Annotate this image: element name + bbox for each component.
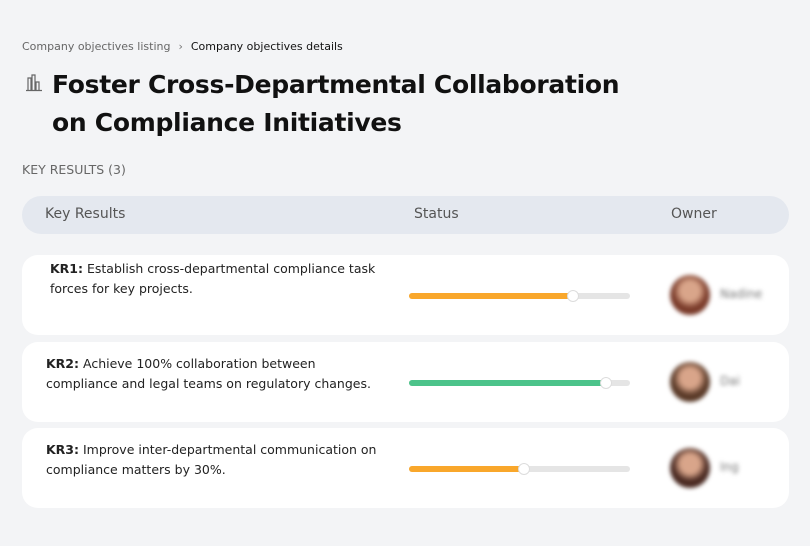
avatar	[670, 448, 710, 488]
page-header: Foster Cross-Departmental Collaboration …	[22, 66, 652, 142]
key-result-id: KR3:	[46, 442, 80, 457]
key-result-description: Improve inter-departmental communication…	[46, 442, 377, 477]
breadcrumb-current: Company objectives details	[190, 40, 343, 53]
key-result-text: KR3: Improve inter-departmental communic…	[46, 440, 386, 480]
progress-knob[interactable]	[566, 290, 579, 302]
progress-knob[interactable]	[517, 463, 530, 475]
progress-fill	[409, 293, 573, 299]
breadcrumb: Company objectives listing › Company obj…	[22, 40, 343, 53]
avatar	[670, 275, 710, 315]
key-result-description: Achieve 100% collaboration between compl…	[46, 356, 371, 391]
progress-fill	[409, 466, 524, 472]
owner-name: Nadine	[720, 287, 763, 301]
key-result-row[interactable]: KR3: Improve inter-departmental communic…	[22, 428, 789, 508]
chevron-right-icon: ›	[178, 40, 183, 53]
avatar	[670, 362, 710, 402]
building-chart-icon	[26, 74, 42, 92]
key-result-row[interactable]: KR2: Achieve 100% collaboration between …	[22, 342, 789, 422]
breadcrumb-parent-link[interactable]: Company objectives listing	[22, 40, 170, 53]
owner-name: Ing	[720, 460, 739, 474]
column-owner: Owner	[671, 206, 717, 222]
progress-bar	[409, 377, 630, 389]
page-title: Foster Cross-Departmental Collaboration …	[52, 70, 620, 137]
progress-bar	[409, 290, 630, 302]
key-results-count: KEY RESULTS (3)	[22, 162, 126, 177]
key-result-description: Establish cross-departmental compliance …	[50, 261, 376, 296]
key-result-row[interactable]: KR1: Establish cross-departmental compli…	[22, 255, 789, 335]
key-result-id: KR1:	[50, 261, 84, 276]
progress-fill	[409, 380, 606, 386]
key-result-text: KR2: Achieve 100% collaboration between …	[46, 354, 386, 394]
key-result-id: KR2:	[46, 356, 80, 371]
owner-name: Dai	[720, 374, 740, 388]
column-key-results: Key Results	[45, 206, 126, 222]
table-header: Key Results Status Owner	[22, 196, 789, 234]
column-status: Status	[414, 206, 459, 222]
progress-bar	[409, 463, 630, 475]
progress-knob[interactable]	[599, 377, 612, 389]
key-result-text: KR1: Establish cross-departmental compli…	[50, 259, 390, 299]
